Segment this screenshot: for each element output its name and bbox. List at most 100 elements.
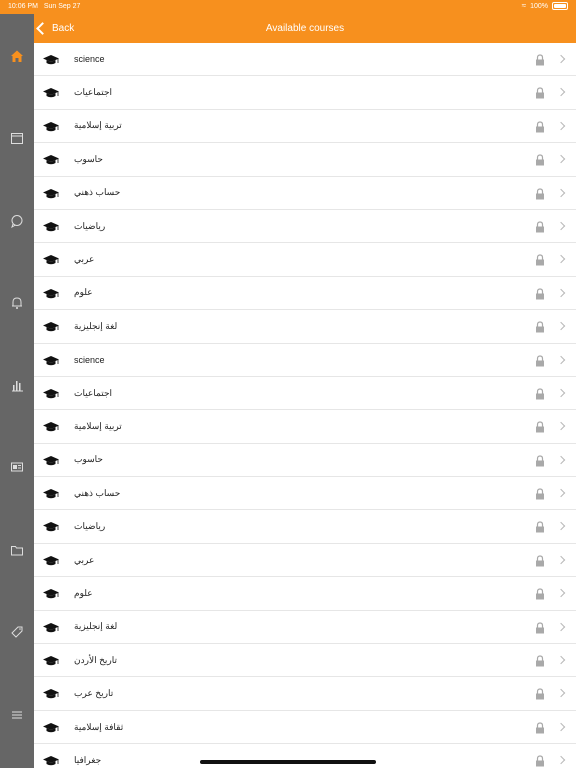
- graduation-cap-icon: [43, 487, 59, 499]
- chevron-right-icon: [556, 255, 566, 264]
- graduation-cap-icon: [43, 387, 59, 399]
- bell-icon[interactable]: [9, 295, 25, 311]
- graduation-cap-icon: [43, 721, 59, 733]
- lock-icon: [534, 86, 546, 99]
- lock-icon: [534, 587, 546, 600]
- chevron-right-icon: [556, 221, 566, 231]
- lock-icon: [534, 454, 546, 467]
- chevron-right-icon: [556, 622, 566, 631]
- chat-icon[interactable]: [9, 213, 25, 229]
- news-icon[interactable]: [9, 459, 25, 475]
- lock-icon: [534, 120, 546, 133]
- chevron-right-icon: [556, 355, 566, 364]
- lock-icon: [534, 153, 546, 166]
- status-right: ≈ 100%: [522, 2, 568, 10]
- graduation-cap-icon: [43, 587, 59, 599]
- course-name: عربي: [74, 554, 95, 565]
- status-bar: 10:06 PM Sun Sep 27 ≈ 100%: [0, 0, 576, 14]
- chevron-right-icon: [556, 88, 566, 97]
- course-row[interactable]: رياضيات: [34, 510, 576, 544]
- battery-percent: 100%: [530, 2, 548, 10]
- course-row[interactable]: تربية إسلامية: [34, 410, 576, 444]
- course-name: حساب ذهني: [74, 187, 121, 198]
- course-row[interactable]: حاسوب: [34, 444, 576, 478]
- stats-icon[interactable]: [9, 377, 25, 393]
- course-row[interactable]: تاريخ عرب: [34, 677, 576, 711]
- graduation-cap-icon: [43, 454, 59, 466]
- course-name: اجتماعيات: [74, 387, 113, 398]
- course-row[interactable]: رياضيات: [34, 210, 576, 244]
- calendar-icon[interactable]: [9, 130, 25, 146]
- course-name: حساب ذهني: [74, 487, 121, 498]
- course-row[interactable]: حاسوب: [34, 143, 576, 177]
- course-row[interactable]: لغة إنجليزية: [34, 310, 576, 344]
- course-row[interactable]: science: [34, 344, 576, 377]
- chevron-right-icon: [556, 288, 566, 297]
- course-name: رياضيات: [74, 521, 106, 532]
- course-row[interactable]: عربي: [34, 544, 576, 578]
- course-name: لغة إنجليزية: [74, 320, 118, 331]
- course-name: حاسوب: [74, 454, 103, 465]
- lock-icon: [534, 654, 546, 667]
- nav-bar: Back Available courses: [0, 14, 576, 43]
- graduation-cap-icon: [43, 420, 59, 432]
- lock-icon: [534, 621, 546, 634]
- course-name: تربية إسلامية: [74, 420, 122, 431]
- home-icon[interactable]: [9, 48, 25, 64]
- lock-icon: [534, 487, 546, 500]
- lock-icon: [534, 721, 546, 734]
- course-name: اجتماعيات: [74, 87, 113, 98]
- lock-icon: [534, 554, 546, 567]
- course-row[interactable]: اجتماعيات: [34, 76, 576, 110]
- graduation-cap-icon: [43, 153, 59, 165]
- graduation-cap-icon: [43, 320, 59, 332]
- tag-icon[interactable]: [9, 624, 25, 640]
- chevron-right-icon: [556, 755, 566, 765]
- course-row[interactable]: تاريخ الأردن: [34, 644, 576, 678]
- menu-icon[interactable]: [9, 707, 25, 723]
- graduation-cap-icon: [43, 287, 59, 299]
- chevron-right-icon: [556, 488, 566, 498]
- chevron-right-icon: [556, 321, 566, 331]
- graduation-cap-icon: [43, 120, 59, 132]
- course-name: تربية إسلامية: [74, 120, 122, 131]
- graduation-cap-icon: [43, 687, 59, 699]
- course-row[interactable]: حساب ذهني: [34, 177, 576, 210]
- lock-icon: [534, 754, 546, 767]
- course-name: حاسوب: [74, 153, 103, 164]
- course-name: علوم: [74, 287, 93, 298]
- lock-icon: [534, 287, 546, 300]
- chevron-right-icon: [556, 722, 566, 732]
- course-row[interactable]: حساب ذهني: [34, 477, 576, 511]
- chevron-right-icon: [556, 54, 566, 64]
- course-name: تاريخ عرب: [74, 688, 114, 699]
- graduation-cap-icon: [43, 86, 59, 98]
- chevron-right-icon: [556, 555, 566, 565]
- course-row[interactable]: جغرافيا: [34, 744, 576, 768]
- status-time: 10:06 PM Sun Sep 27: [8, 3, 81, 10]
- course-name: تاريخ الأردن: [74, 654, 118, 665]
- lock-icon: [534, 187, 546, 200]
- lock-icon: [534, 53, 546, 66]
- lock-icon: [534, 253, 546, 266]
- course-name: لغة إنجليزية: [74, 621, 118, 632]
- course-row[interactable]: علوم: [34, 277, 576, 311]
- chevron-right-icon: [556, 689, 566, 698]
- graduation-cap-icon: [43, 621, 59, 633]
- graduation-cap-icon: [43, 520, 59, 532]
- course-row[interactable]: علوم: [34, 577, 576, 611]
- course-row[interactable]: اجتماعيات: [34, 377, 576, 411]
- lock-icon: [534, 520, 546, 533]
- course-row[interactable]: عربي: [34, 243, 576, 277]
- course-row[interactable]: تربية إسلامية: [34, 110, 576, 144]
- course-row[interactable]: لغة إنجليزية: [34, 611, 576, 645]
- chevron-right-icon: [556, 154, 566, 164]
- course-row[interactable]: ثقافة إسلامية: [34, 711, 576, 745]
- course-row[interactable]: science: [34, 43, 576, 77]
- folder-icon[interactable]: [9, 542, 25, 558]
- course-name: science: [74, 54, 105, 65]
- battery-icon: [552, 2, 568, 10]
- lock-icon: [534, 387, 546, 400]
- course-name: science: [74, 354, 105, 365]
- chevron-right-icon: [556, 422, 566, 431]
